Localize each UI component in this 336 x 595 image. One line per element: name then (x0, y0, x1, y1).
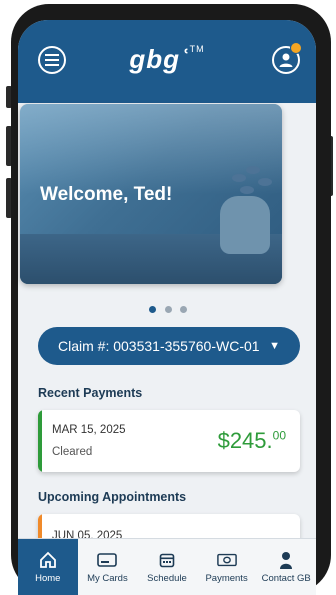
leaf-shape (246, 166, 260, 174)
chevron-down-icon: ▼ (269, 340, 280, 352)
money-icon (216, 551, 237, 569)
home-icon (38, 551, 58, 569)
hero-banner: Welcome, Ted! (20, 104, 282, 284)
claim-label: Claim #: 003531-355760-WC-01 (58, 338, 260, 354)
claim-selector[interactable]: Claim #: 003531-355760-WC-01 ▼ (38, 327, 300, 365)
upcoming-appointments-title: Upcoming Appointments (38, 490, 187, 504)
carousel-dot[interactable] (149, 306, 157, 313)
welcome-message: Welcome, Ted! (40, 184, 173, 205)
nav-my-cards[interactable]: My Cards (78, 539, 138, 595)
leaf-shape (232, 174, 246, 182)
bottom-nav: Home My Cards Schedule Payments Contact … (18, 538, 316, 595)
payment-status: Cleared (52, 446, 93, 458)
carousel-dot[interactable] (164, 306, 172, 313)
vase-image (220, 196, 270, 254)
nav-schedule[interactable]: Schedule (137, 539, 197, 595)
carousel-dots (0, 300, 336, 318)
status-bar (38, 410, 42, 472)
card-icon (97, 551, 118, 569)
nav-payments[interactable]: Payments (197, 539, 257, 595)
payment-date: MAR 15, 2025 (52, 424, 126, 436)
payment-amount: $245.00 (217, 428, 286, 453)
calendar-icon (157, 551, 177, 569)
notification-badge (290, 42, 302, 54)
carousel-dot[interactable] (179, 306, 187, 313)
app-header: gbgʿTM (18, 20, 316, 103)
nav-home[interactable]: Home (18, 539, 78, 595)
leaf-shape (240, 186, 254, 194)
person-icon (276, 551, 296, 569)
nav-contact[interactable]: Contact GB (256, 539, 316, 595)
recent-payments-title: Recent Payments (38, 386, 143, 400)
leaf-shape (258, 178, 272, 186)
payment-card[interactable]: MAR 15, 2025 Cleared $245.00 (38, 410, 300, 472)
